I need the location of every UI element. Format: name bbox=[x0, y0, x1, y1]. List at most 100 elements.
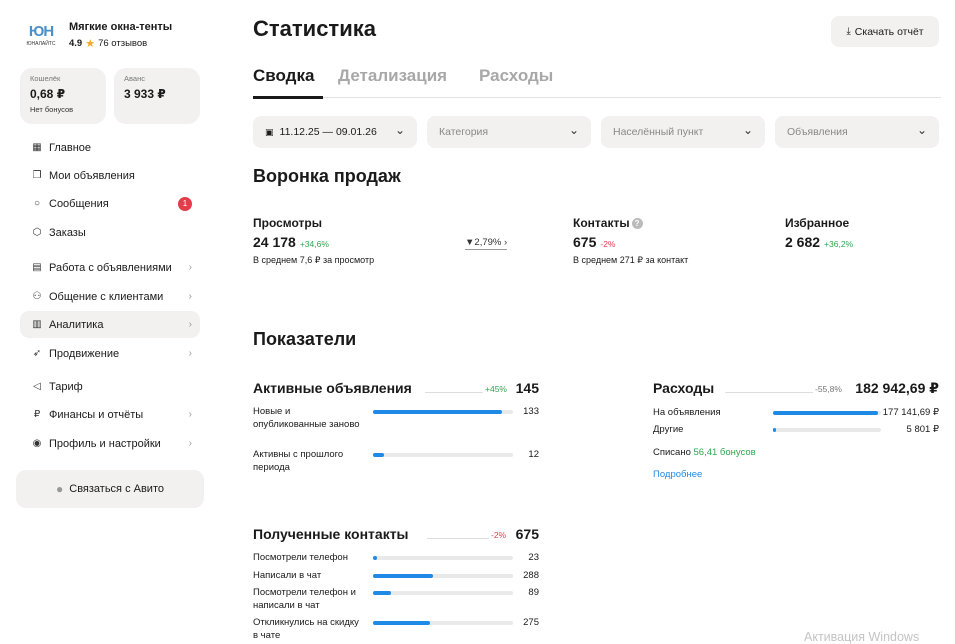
unread-badge: 1 bbox=[178, 196, 192, 211]
views-label: Просмотры bbox=[253, 216, 323, 230]
page-title: Статистика bbox=[253, 16, 376, 41]
active-ads-block: Активные объявления +45% 145 Новые и опу… bbox=[253, 380, 539, 480]
category-select[interactable]: Категория ⌄ bbox=[427, 116, 591, 148]
people-icon: ⚇ bbox=[32, 291, 42, 302]
locality-select[interactable]: Населённый пункт ⌄ bbox=[601, 116, 765, 148]
list-item: Другие 5 801 ₽ bbox=[653, 424, 939, 438]
sidebar-item-label: Продвижение bbox=[49, 347, 120, 360]
row-label: Новые и опубликованные заново bbox=[253, 406, 360, 430]
category-placeholder: Категория bbox=[439, 126, 489, 138]
progress-fill bbox=[773, 411, 878, 415]
chevron-right-icon: › bbox=[188, 409, 192, 420]
row-label: Откликнулись на скидку в чате bbox=[253, 617, 359, 641]
download-report-button[interactable]: ⤓ Скачать отчёт bbox=[831, 16, 939, 47]
ads-select[interactable]: Объявления ⌄ bbox=[775, 116, 939, 148]
main-content: Статистика ⤓ Скачать отчёт Сводка Детали… bbox=[253, 0, 941, 644]
more-link[interactable]: Подробнее bbox=[653, 469, 939, 483]
tab-summary[interactable]: Сводка bbox=[253, 66, 314, 86]
sidebar-item-label: Заказы bbox=[49, 226, 86, 239]
row-value: 5 801 ₽ bbox=[906, 424, 939, 435]
tab-expenses[interactable]: Расходы bbox=[479, 66, 553, 86]
sidebar-item-label: Профиль и настройки bbox=[49, 437, 161, 450]
progress-bar bbox=[773, 428, 881, 432]
sidebar-item-my-ads[interactable]: ❐ Мои объявления bbox=[20, 162, 200, 189]
expenses-block: Расходы -55,8% 182 942,69 ₽ На объявлени… bbox=[653, 380, 939, 490]
conversion-link[interactable]: ▼2,79% › bbox=[465, 237, 508, 250]
chevron-right-icon: › bbox=[188, 319, 192, 330]
sidebar-item-label: Аналитика bbox=[49, 318, 104, 331]
expenses-title: Расходы bbox=[653, 380, 715, 396]
progress-bar bbox=[373, 591, 513, 595]
seller-name: Мягкие окна-тенты bbox=[69, 21, 173, 33]
ads-placeholder: Объявления bbox=[787, 126, 848, 138]
wallet-card[interactable]: Кошелёк 0,68 ₽ Нет бонусов bbox=[20, 68, 106, 124]
sidebar-item-clients[interactable]: ⚇ Общение с клиентами › bbox=[20, 283, 200, 310]
windows-activation-watermark: Активация Windows bbox=[804, 630, 920, 644]
rating-value: 4.9 bbox=[69, 38, 83, 49]
sidebar-item-label: Главное bbox=[49, 141, 92, 154]
row-value: 133 bbox=[523, 406, 539, 417]
row-label: Посмотрели телефон и написали в чат bbox=[253, 587, 356, 611]
list-item: Написали в чат 288 bbox=[253, 570, 539, 584]
seller-logo-text: ЮНАЛАЙТС bbox=[26, 40, 56, 47]
seller-header[interactable]: ЮН ЮНАЛАЙТС Мягкие окна-тенты 4.9 ★ 76 о… bbox=[22, 18, 173, 52]
received-contacts-block: Полученные контакты -2% 675 Посмотрели т… bbox=[253, 526, 539, 644]
list-item: Посмотрели телефон 23 bbox=[253, 552, 539, 566]
progress-bar bbox=[373, 453, 513, 457]
chevron-right-icon: › bbox=[503, 237, 508, 248]
sidebar-item-finance[interactable]: ₽ Финансы и отчёты › bbox=[20, 401, 200, 428]
sidebar-item-messages[interactable]: ○ Сообщения 1 bbox=[20, 190, 200, 217]
support-icon: ● bbox=[56, 482, 64, 496]
progress-fill bbox=[373, 574, 434, 578]
advance-card[interactable]: Аванс 3 933 ₽ bbox=[114, 68, 200, 124]
sidebar-item-ads-work[interactable]: ▤ Работа с объявлениями › bbox=[20, 254, 200, 281]
row-value: 275 bbox=[523, 617, 539, 628]
date-range-value: 11.12.25 — 09.01.26 bbox=[279, 126, 377, 138]
grid-icon: ▦ bbox=[32, 142, 42, 153]
seller-rating[interactable]: 4.9 ★ 76 отзывов bbox=[69, 38, 172, 49]
row-value: 89 bbox=[528, 587, 539, 598]
chevron-right-icon: › bbox=[188, 348, 192, 359]
favorites-delta: +36,2% bbox=[824, 239, 854, 249]
progress-bar bbox=[373, 556, 513, 560]
row-label: Другие bbox=[653, 424, 684, 435]
contacts-sub: В среднем 271 ₽ за контакт bbox=[573, 255, 689, 265]
progress-bar bbox=[373, 621, 513, 625]
progress-bar bbox=[773, 411, 881, 415]
received-contacts-delta: -2% bbox=[491, 530, 507, 540]
progress-fill bbox=[373, 453, 385, 457]
info-icon[interactable]: ? bbox=[631, 218, 643, 230]
tab-details[interactable]: Детализация bbox=[338, 66, 447, 86]
wallet-label: Кошелёк bbox=[30, 74, 61, 83]
list-icon: ▤ bbox=[32, 262, 42, 273]
sidebar-item-analytics[interactable]: ▥ Аналитика › bbox=[20, 311, 200, 338]
sidebar-item-tariff[interactable]: ◁ Тариф bbox=[20, 373, 200, 400]
download-icon: ⤓ bbox=[846, 26, 851, 37]
divider bbox=[427, 538, 489, 539]
row-value: 12 bbox=[528, 449, 539, 460]
chart-icon: ▥ bbox=[32, 319, 42, 330]
tabs: Сводка Детализация Расходы bbox=[253, 64, 941, 99]
progress-bar bbox=[373, 574, 513, 578]
sidebar-item-main[interactable]: ▦ Главное bbox=[20, 134, 200, 161]
expenses-delta: -55,8% bbox=[815, 384, 842, 394]
received-contacts-value: 675 bbox=[515, 526, 539, 542]
progress-fill bbox=[373, 556, 378, 560]
conversion-value: 2,79% bbox=[474, 237, 502, 248]
active-tab-indicator bbox=[253, 96, 323, 99]
sidebar-item-label: Работа с объявлениями bbox=[49, 261, 172, 274]
written-off-label: Списано bbox=[653, 447, 691, 458]
contact-avito-button[interactable]: ● Связаться с Авито bbox=[16, 470, 204, 508]
sidebar-item-orders[interactable]: ⬡ Заказы bbox=[20, 219, 200, 246]
seller-logo-mark: ЮН bbox=[28, 22, 54, 40]
contacts-label: Контакты bbox=[573, 216, 630, 230]
sidebar-item-promotion[interactable]: ➶ Продвижение › bbox=[20, 340, 200, 367]
contact-avito-label: Связаться с Авито bbox=[69, 483, 164, 495]
list-item: Активны с прошлого периода 12 bbox=[253, 449, 539, 477]
date-range-select[interactable]: ▣ 11.12.25 — 09.01.26 ⌄ bbox=[253, 116, 417, 148]
chevron-right-icon: › bbox=[188, 438, 192, 449]
funnel-title: Воронка продаж bbox=[253, 166, 401, 186]
sidebar-item-profile[interactable]: ◉ Профиль и настройки › bbox=[20, 430, 200, 457]
sidebar-item-label: Тариф bbox=[49, 380, 83, 393]
chevron-down-icon: ⌄ bbox=[916, 123, 927, 137]
